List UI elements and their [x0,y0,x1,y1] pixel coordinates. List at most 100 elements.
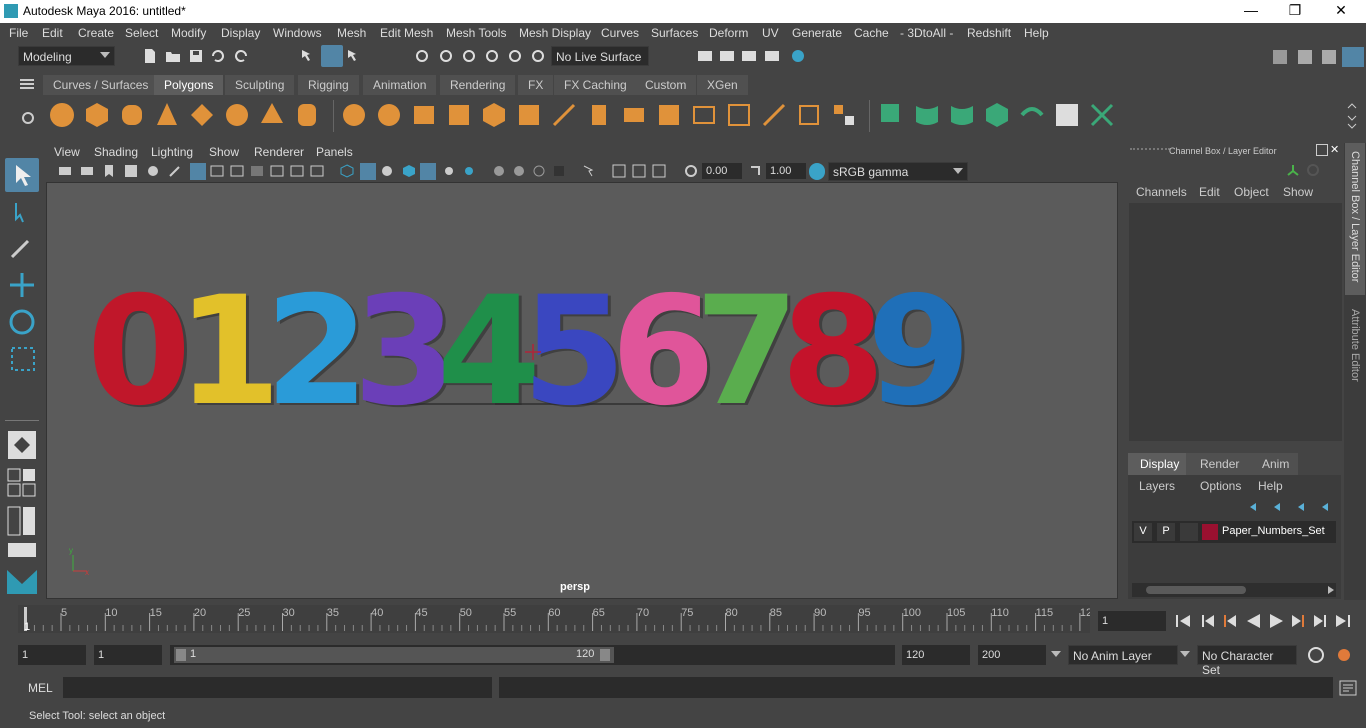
close-icon[interactable]: ✕ [1331,2,1351,20]
outliner-layout-icon[interactable] [7,542,37,558]
shelf-scroll-arrows-icon[interactable] [1345,100,1359,132]
field-chart-icon[interactable] [270,164,284,178]
layer-visibility-toggle[interactable]: V [1134,523,1152,541]
tool-settings-icon[interactable] [1297,49,1313,65]
snap-projected-center-icon[interactable] [484,48,500,64]
reduce-icon[interactable] [481,102,507,128]
sew-uv-icon[interactable] [1089,102,1115,128]
menu-display[interactable]: Display [221,26,260,40]
scroll-right-arrow-icon[interactable] [1328,586,1334,594]
bridge-icon[interactable] [621,102,647,128]
safe-action-icon[interactable] [290,164,304,178]
menu-redshift[interactable]: Redshift [967,26,1011,40]
extrude-icon[interactable] [586,102,612,128]
planar-uv-icon[interactable] [879,102,905,128]
move-layer-up-icon[interactable] [1248,501,1264,513]
script-editor-icon[interactable] [1339,680,1357,696]
animation-preferences-icon[interactable] [1334,645,1354,665]
tab-animation[interactable]: Animation [363,75,437,95]
insert-edge-loop-icon[interactable] [691,102,717,128]
persp-outliner-layout-icon[interactable] [7,506,37,536]
save-scene-icon[interactable] [188,48,204,64]
channel-highlight-icon[interactable] [1306,163,1320,177]
ipr-render-icon[interactable] [741,48,757,64]
layer-menu-layers[interactable]: Layers [1139,479,1175,493]
render-view-icon[interactable] [697,48,713,64]
channel-axes-icon[interactable] [1286,163,1300,177]
layer-playback-toggle[interactable]: P [1157,523,1175,541]
menu-mesh-display[interactable]: Mesh Display [519,26,591,40]
xray-joints-icon[interactable] [612,164,626,178]
redo-icon[interactable] [233,48,249,64]
panel-menu-lighting[interactable]: Lighting [151,145,193,159]
workspace-modeling-icon[interactable] [1272,49,1288,65]
menu-generate[interactable]: Generate [792,26,842,40]
playback-end-field[interactable]: 120 [902,645,970,665]
range-slider-track[interactable]: 1 120 [170,645,895,665]
perspective-viewport[interactable]: 00112233445566778899 y x persp [46,182,1118,599]
exposure-field[interactable]: 0.00 [702,163,742,179]
shadows-icon[interactable] [462,164,476,178]
screen-space-ao-icon[interactable] [492,164,506,178]
menu-uv[interactable]: UV [762,26,779,40]
channel-menu-edit[interactable]: Edit [1199,185,1220,199]
tab-rendering[interactable]: Rendering [440,75,516,95]
playback-start-field[interactable]: 1 [94,645,162,665]
gamma-field[interactable]: 1.00 [766,163,806,179]
new-scene-icon[interactable] [142,48,158,64]
backface-culling-icon[interactable] [652,164,666,178]
layer-row[interactable]: V P Paper_Numbers_Set [1132,521,1336,543]
character-set-dropdown[interactable]: No Character Set [1197,645,1297,677]
poly-torus-icon[interactable] [224,102,250,128]
wireframe-on-shaded-icon[interactable] [380,164,394,178]
shelf-menu-icon[interactable] [20,78,34,90]
live-surface-field[interactable]: No Live Surface [551,46,649,66]
tab-custom[interactable]: Custom [635,75,697,95]
step-forward-frame-icon[interactable] [1292,615,1304,627]
paint-select-tool-icon[interactable] [10,235,34,261]
use-all-lights-icon[interactable] [442,164,456,178]
poly-sphere-icon[interactable] [49,102,75,128]
layer-menu-help[interactable]: Help [1258,479,1283,493]
command-language-label[interactable]: MEL [28,681,53,695]
spherical-uv-icon[interactable] [949,102,975,128]
move-layer-down-icon[interactable] [1272,501,1288,513]
open-scene-icon[interactable] [165,48,181,64]
select-component-icon[interactable] [346,48,362,64]
side-tab-channel-box[interactable]: Channel Box / Layer Editor [1345,143,1365,295]
current-frame-field[interactable]: 1 [1098,611,1166,631]
single-perspective-layout-icon[interactable] [7,430,37,460]
channel-menu-show[interactable]: Show [1283,185,1313,199]
command-input[interactable] [63,677,492,698]
move-tool-icon[interactable] [10,272,34,298]
offset-edge-loop-icon[interactable] [726,102,752,128]
minimize-icon[interactable]: — [1241,2,1261,20]
render-settings-icon[interactable] [764,48,780,64]
tab-rigging[interactable]: Rigging [298,75,359,95]
digit-0[interactable]: 0 [87,265,191,439]
render-current-frame-icon[interactable] [719,48,735,64]
depth-of-field-icon[interactable] [552,164,566,178]
channel-menu-object[interactable]: Object [1234,185,1269,199]
film-gate-icon[interactable] [210,164,224,178]
poly-cone-icon[interactable] [154,102,180,128]
camera-select-icon[interactable] [58,164,72,178]
multi-cut-icon[interactable] [551,102,577,128]
safe-title-icon[interactable] [310,164,324,178]
hypershade-icon[interactable] [790,48,806,64]
menu-windows[interactable]: Windows [273,26,322,40]
gamma-icon[interactable] [748,164,762,178]
poly-plane-icon[interactable] [189,102,215,128]
multisample-aa-icon[interactable] [532,164,546,178]
menu-modify[interactable]: Modify [171,26,206,40]
grip-handle[interactable] [1130,148,1170,154]
unfold-uv-icon[interactable] [1019,102,1045,128]
layer-tab-anim[interactable]: Anim [1242,453,1298,475]
smooth-icon[interactable] [446,102,472,128]
go-to-start-icon[interactable] [1176,615,1190,627]
layer-tab-render[interactable]: Render [1186,453,1242,475]
bookmark-icon[interactable] [102,164,116,178]
textured-button[interactable] [420,163,436,180]
rotate-tool-icon[interactable] [8,308,36,336]
gate-mask-icon[interactable] [250,164,264,178]
